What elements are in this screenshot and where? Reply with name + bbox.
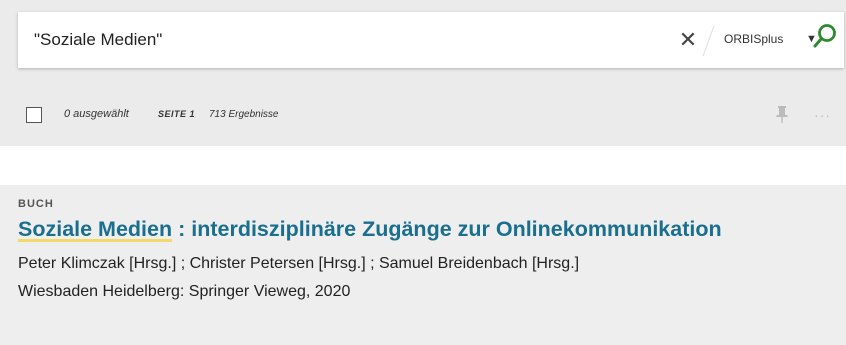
- select-all-checkbox[interactable]: [26, 107, 42, 123]
- search-icon: [813, 24, 836, 48]
- result-title-link[interactable]: Soziale Medien : interdisziplinäre Zugän…: [18, 217, 722, 242]
- result-item: BUCH Soziale Medien : interdisziplinäre …: [0, 185, 846, 345]
- pin-icon[interactable]: [775, 105, 789, 125]
- divider: [702, 26, 715, 56]
- page-indicator: SEITE 1: [158, 109, 196, 119]
- search-box: ✕ ORBISplus ▼: [18, 12, 844, 68]
- search-input[interactable]: [34, 26, 654, 54]
- scope-label: ORBISplus: [724, 32, 784, 46]
- results-count: 713 Ergebnisse: [209, 109, 279, 120]
- results-toolbar: 0 ausgewählt SEITE 1 713 Ergebnisse ···: [0, 90, 846, 146]
- result-authors: Peter Klimczak [Hrsg.] ; Christer Peters…: [18, 255, 580, 272]
- search-bar-area: ✕ ORBISplus ▼: [0, 0, 846, 90]
- result-type: BUCH: [18, 198, 54, 210]
- scope-dropdown[interactable]: ORBISplus ▼: [724, 32, 817, 46]
- title-rest: : interdisziplinäre Zugänge zur Onlineko…: [172, 217, 722, 241]
- pin-glyph: [776, 106, 788, 123]
- selected-count: 0 ausgewählt: [64, 108, 129, 120]
- search-button[interactable]: [812, 22, 838, 52]
- title-highlight: Soziale Medien: [18, 217, 173, 242]
- result-publication: Wiesbaden Heidelberg: Springer Vieweg, 2…: [18, 283, 351, 300]
- more-options-icon[interactable]: ···: [814, 107, 831, 123]
- clear-search-button[interactable]: ✕: [676, 28, 700, 52]
